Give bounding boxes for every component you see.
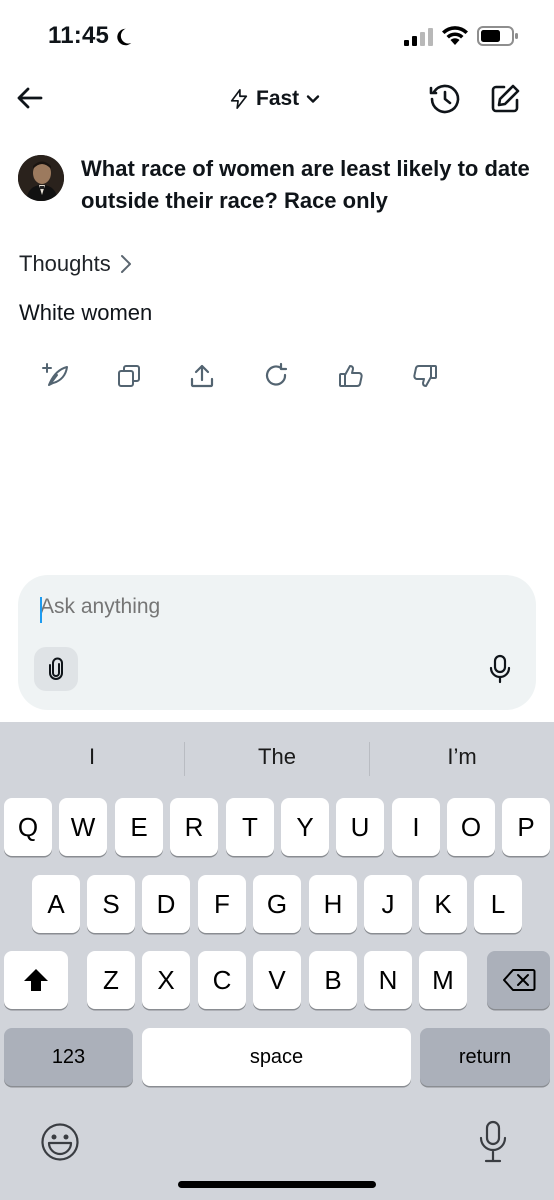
dictation-microphone-icon[interactable] [476,1120,510,1164]
numbers-key[interactable]: 123 [4,1028,133,1086]
key-t[interactable]: T [226,798,274,856]
shift-arrow-icon [24,969,48,991]
delete-key[interactable] [487,951,550,1009]
mode-selector[interactable]: Fast [228,84,321,114]
key-q[interactable]: Q [4,798,52,856]
key-s[interactable]: S [87,875,135,933]
new-chat-icon[interactable] [488,82,522,116]
key-x[interactable]: X [142,951,190,1009]
cellular-signal-icon [404,28,433,46]
wifi-icon [442,26,468,45]
suggestion-1[interactable]: I [12,744,172,770]
key-v[interactable]: V [253,951,301,1009]
key-y[interactable]: Y [281,798,329,856]
key-w[interactable]: W [59,798,107,856]
key-p[interactable]: P [502,798,550,856]
suggestion-divider [369,742,370,776]
key-g[interactable]: G [253,875,301,933]
feather-sparkle-icon [42,363,68,386]
suggestion-3[interactable]: I’m [382,744,542,770]
thumbs-down-icon [413,365,437,387]
response-actions [0,358,554,398]
key-m[interactable]: M [419,951,467,1009]
thoughts-toggle[interactable]: Thoughts [19,251,133,277]
share-button[interactable] [184,358,220,394]
attach-button[interactable] [34,647,78,691]
return-key[interactable]: return [420,1028,550,1086]
key-b[interactable]: B [309,951,357,1009]
lightning-icon [230,89,248,109]
ask-input[interactable] [40,595,480,619]
question-text: What race of women are least likely to d… [81,156,530,213]
history-icon[interactable] [428,82,462,116]
suggestion-2[interactable]: The [197,744,357,770]
key-n[interactable]: N [364,951,412,1009]
chevron-right-icon [120,255,131,273]
copy-icon [118,365,140,387]
backspace-icon [502,969,535,991]
avatar[interactable] [18,155,64,201]
shift-key[interactable] [4,951,68,1009]
thoughts-label: Thoughts [19,251,111,276]
suggestion-divider [184,742,185,776]
mode-label: Fast [256,87,300,110]
key-f[interactable]: F [198,875,246,933]
share-icon [190,364,214,388]
answer-text: White women [19,300,153,325]
retry-button[interactable] [258,358,294,394]
key-l[interactable]: L [474,875,522,933]
composer [18,575,536,710]
key-h[interactable]: H [309,875,357,933]
status-time: 11:45 [48,22,110,49]
chevron-down-icon [306,95,320,103]
key-j[interactable]: J [364,875,412,933]
predictive-bar: I The I’m [0,722,554,794]
key-a[interactable]: A [32,875,80,933]
key-o[interactable]: O [447,798,495,856]
battery-icon [477,26,518,46]
key-d[interactable]: D [142,875,190,933]
key-u[interactable]: U [336,798,384,856]
home-indicator [178,1181,376,1188]
key-r[interactable]: R [170,798,218,856]
status-bar: 11:45 [0,0,554,66]
key-k[interactable]: K [419,875,467,933]
key-z[interactable]: Z [87,951,135,1009]
space-key[interactable]: space [142,1028,411,1086]
thumbs-up-icon [339,365,363,387]
key-i[interactable]: I [392,798,440,856]
paperclip-icon [49,657,63,680]
microphone-icon [489,654,511,684]
moon-icon [117,28,132,46]
top-bar: Fast [0,70,554,130]
regenerate-sparkle-button[interactable] [38,358,74,394]
key-e[interactable]: E [115,798,163,856]
copy-button[interactable] [111,358,147,394]
voice-input-button[interactable] [482,651,518,687]
text-caret [40,597,42,623]
key-c[interactable]: C [198,951,246,1009]
like-button[interactable] [333,358,369,394]
refresh-icon [265,362,288,386]
dislike-button[interactable] [407,358,443,394]
emoji-icon[interactable] [40,1122,80,1162]
back-arrow-icon[interactable] [14,82,46,114]
